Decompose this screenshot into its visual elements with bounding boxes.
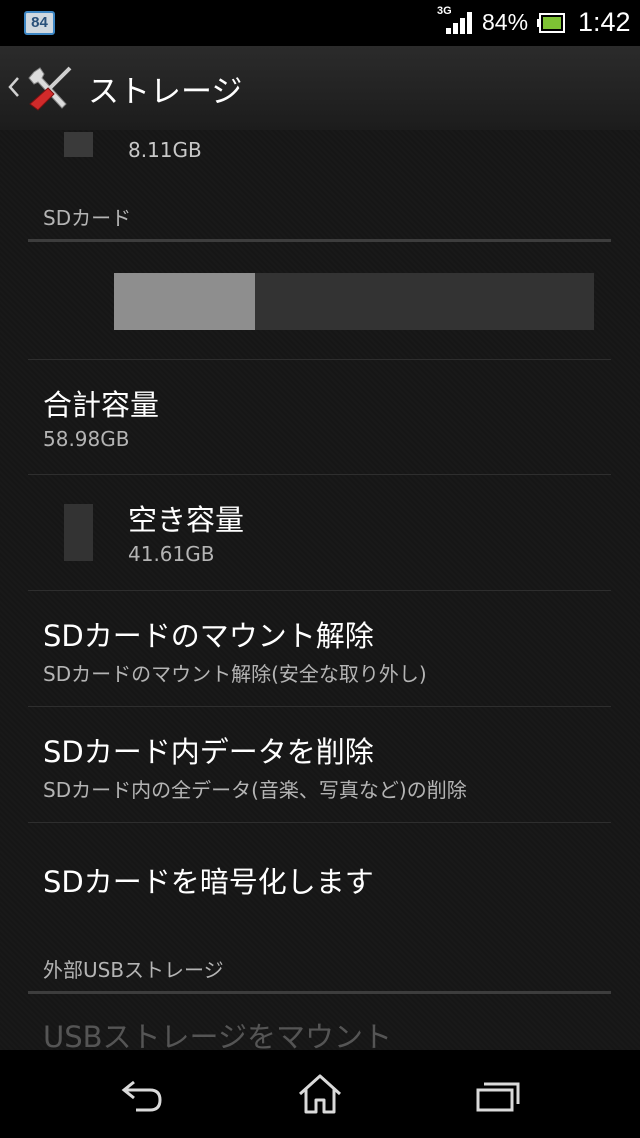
sd-erase-subtitle: SDカード内の全データ(音楽、写真など)の削除 <box>43 778 467 802</box>
internal-swatch <box>64 132 93 157</box>
sd-total-title: 合計容量 <box>43 388 160 422</box>
storage-list[interactable]: 8.11GB SDカード 合計容量 58.98GB 空き容量 41.61GB S… <box>0 130 640 1050</box>
usb-section-header: 外部USBストレージ <box>43 958 224 982</box>
status-bar: 84 3G 84% 1:42 <box>0 0 640 46</box>
action-bar: ストレージ <box>0 46 640 131</box>
settings-tools-icon[interactable] <box>26 64 76 112</box>
page-title: ストレージ <box>88 74 243 110</box>
sd-encrypt-item[interactable]: SDカードを暗号化します <box>0 823 640 935</box>
sd-unmount-item[interactable]: SDカードのマウント解除 SDカードのマウント解除(安全な取り外し) <box>0 591 640 706</box>
sd-free-title: 空き容量 <box>128 503 245 537</box>
back-caret-icon[interactable] <box>7 74 21 100</box>
internal-partial-size: 8.11GB <box>128 138 202 162</box>
sd-usage-bar <box>114 273 594 330</box>
recent-apps-icon[interactable] <box>468 1068 528 1120</box>
sd-section-header: SDカード <box>43 206 132 230</box>
usb-mount-item[interactable]: USBストレージをマウント <box>0 994 640 1050</box>
navigation-bar <box>0 1050 640 1138</box>
sd-erase-item[interactable]: SDカード内データを削除 SDカード内の全データ(音楽、写真など)の削除 <box>0 707 640 822</box>
battery-percent: 84% <box>482 9 529 35</box>
battery-icon <box>537 13 565 33</box>
sd-unmount-subtitle: SDカードのマウント解除(安全な取り外し) <box>43 662 427 686</box>
sd-encrypt-title: SDカードを暗号化します <box>43 865 374 899</box>
clock: 1:42 <box>578 7 631 37</box>
sd-total-value: 58.98GB <box>43 427 130 451</box>
sd-free-value: 41.61GB <box>128 542 215 566</box>
sd-erase-title: SDカード内データを削除 <box>43 735 374 769</box>
signal-icon <box>446 12 472 34</box>
sd-unmount-title: SDカードのマウント解除 <box>43 619 374 653</box>
usb-mount-title: USBストレージをマウント <box>43 1020 392 1050</box>
back-icon[interactable] <box>112 1068 172 1120</box>
notification-badge-icon: 84 <box>24 11 55 35</box>
sd-section-divider <box>28 239 611 242</box>
sd-total-row: 合計容量 58.98GB <box>0 360 640 474</box>
sd-usage-used-fill <box>114 273 256 330</box>
home-icon[interactable] <box>290 1068 350 1120</box>
sd-free-row: 空き容量 41.61GB <box>0 475 640 590</box>
